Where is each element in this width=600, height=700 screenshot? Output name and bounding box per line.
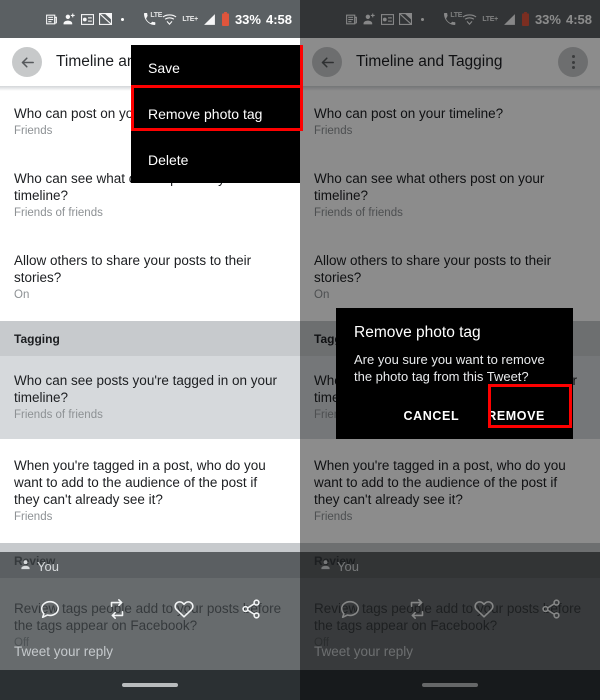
lte-label: LTE — [150, 11, 163, 19]
battery-icon — [221, 12, 230, 26]
card-icon — [81, 13, 95, 25]
signal-icon — [203, 13, 216, 26]
remove-photo-tag-dialog: Remove photo tag Are you sure you want t… — [336, 308, 573, 439]
setting-question: When you're tagged in a post, who do you… — [14, 458, 266, 507]
setting-question: Review tags people add to your posts bef… — [14, 601, 282, 633]
battery-percent: 33% — [234, 11, 261, 27]
left-panel-redbox-edge — [300, 45, 303, 131]
right-screenshot-panel: LTE LTE+ 33% 4:58 Timeline and Tagging W… — [300, 0, 600, 700]
dot-icon — [121, 17, 125, 21]
setting-value: On — [14, 289, 30, 301]
menu-item-save[interactable]: Save — [131, 45, 300, 91]
list-item[interactable]: When you're tagged in a post, who do you… — [0, 439, 300, 543]
setting-question: Allow others to share your posts to thei… — [14, 253, 252, 285]
menu-item-remove-photo-tag[interactable]: Remove photo tag — [131, 91, 300, 137]
setting-question: Who can see posts you're tagged in on yo… — [14, 373, 277, 405]
remove-button[interactable]: REMOVE — [477, 401, 555, 431]
cancel-button[interactable]: CANCEL — [394, 401, 470, 431]
overflow-popup-menu: Save Remove photo tag Delete — [131, 45, 300, 183]
home-gesture-pill[interactable] — [122, 683, 178, 687]
setting-value: Friends — [14, 511, 53, 523]
status-bar: LTE LTE+ 33% 4:58 — [0, 0, 300, 38]
back-arrow-icon[interactable] — [12, 47, 42, 77]
setting-value: Friends of friends — [14, 207, 103, 219]
list-item[interactable]: Allow others to share your posts to thei… — [0, 232, 300, 321]
setting-value: Off — [14, 637, 30, 649]
screen: LTE LTE+ 33% 4:58 Timeline and Who can p… — [0, 0, 600, 700]
clock: 4:58 — [265, 11, 292, 27]
left-screenshot-panel: LTE LTE+ 33% 4:58 Timeline and Who can p… — [0, 0, 300, 700]
navigation-bar — [0, 670, 300, 700]
news-icon — [45, 13, 58, 26]
menu-item-delete[interactable]: Delete — [131, 137, 300, 183]
dialog-actions: CANCEL REMOVE — [354, 401, 555, 431]
lte-plus-label: LTE+ — [182, 15, 198, 23]
add-person-icon — [63, 13, 76, 26]
list-item[interactable]: Review tags people add to your posts bef… — [0, 578, 300, 662]
section-header-review: Review — [0, 543, 300, 578]
dialog-title: Remove photo tag — [354, 324, 481, 341]
dialog-message: Are you sure you want to remove the phot… — [354, 352, 545, 384]
list-item[interactable]: Who can see posts you're tagged in on yo… — [0, 356, 300, 439]
image-icon — [99, 13, 113, 25]
section-header-tagging: Tagging — [0, 321, 300, 356]
setting-value: Friends of friends — [14, 409, 103, 421]
wifi-icon — [162, 13, 177, 26]
call-lte-icon: LTE — [143, 12, 162, 26]
